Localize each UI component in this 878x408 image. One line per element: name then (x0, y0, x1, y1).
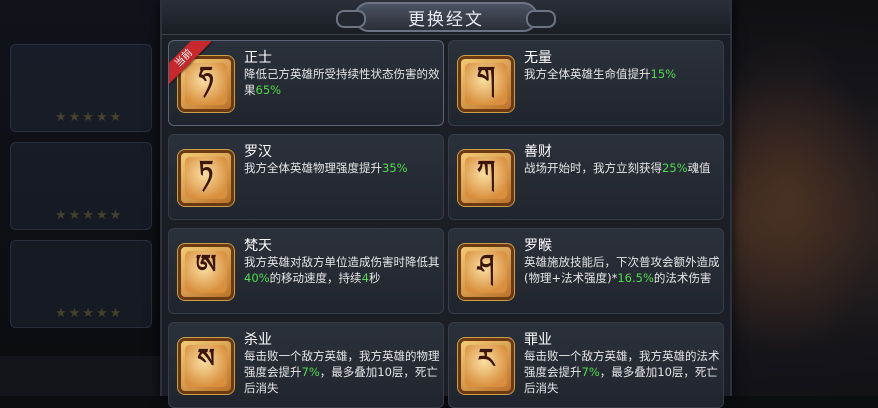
scripture-name: 罗睺 (524, 238, 552, 254)
scripture-card[interactable]: ག 无量 我方全体英雄生命值提升15% (448, 40, 724, 126)
description-text: 魂值 (687, 161, 711, 175)
highlight-value: 7% (301, 365, 320, 379)
scripture-description: 我方英雄对敌方单位造成伤害时降低其 40%的移动速度，持续4秒 (244, 254, 440, 286)
scripture-rune-icon: ར (458, 338, 514, 394)
description-text: 战场开始时，我方立刻获得 (524, 161, 662, 175)
scripture-rune-icon: ག (458, 56, 514, 112)
title-plate: 更换经文 (336, 2, 556, 32)
dimmed-bottom-bar (0, 356, 160, 396)
dialog-header: 更换经文 (162, 0, 730, 35)
dimmed-hero-portrait (728, 30, 878, 360)
scripture-description: 我方全体英雄生命值提升15% (524, 66, 720, 82)
rune-glyph: ཨ (185, 250, 227, 293)
dialog-title: 更换经文 (408, 9, 484, 30)
scripture-card[interactable]: ས 杀业 每击败一个敌方英雄，我方英雄的物理强度会提升7%，最多叠加10层，死亡后消… (168, 322, 444, 408)
highlight-value: 65% (255, 83, 282, 97)
rune-glyph: ཏ (185, 156, 227, 199)
dimmed-hero-card: ★★★★★ (10, 240, 152, 328)
scripture-card[interactable]: ར 罪业 每击败一个敌方英雄，我方英雄的法术强度会提升7%，最多叠加10层，死亡后消… (448, 322, 724, 408)
scripture-rune-icon: ཏ (178, 150, 234, 206)
highlight-value: 25% (662, 161, 688, 175)
scripture-name: 善财 (524, 144, 552, 160)
scripture-card[interactable]: ཀ 善财 战场开始时，我方立刻获得25%魂值 (448, 134, 724, 220)
left-hero-list-dimmed: ★★★★★ ★★★★★ ★★★★★ (0, 0, 160, 396)
scripture-rune-icon: ཤ (458, 244, 514, 300)
scripture-name: 无量 (524, 50, 552, 66)
highlight-value: 16.5% (617, 271, 654, 285)
rune-glyph: ག (465, 62, 507, 105)
description-text: 我方全体英雄物理强度提升 (244, 161, 382, 175)
star-rating-icon: ★★★★★ (55, 208, 124, 223)
rune-glyph: ས (185, 344, 227, 387)
highlight-value: 4 (361, 271, 369, 285)
description-text: 的移动速度，持续 (269, 271, 362, 285)
scripture-name: 罗汉 (244, 144, 272, 160)
scripture-name: 梵天 (244, 238, 272, 254)
scripture-description: 战场开始时，我方立刻获得25%魂值 (524, 160, 720, 176)
scripture-card[interactable]: ཏ 罗汉 我方全体英雄物理强度提升35% (168, 134, 444, 220)
dimmed-hero-card: ★★★★★ (10, 44, 152, 132)
scripture-description: 降低己方英雄所受持续性状态伤害的效果65% (244, 66, 440, 98)
description-text: 的法术伤害 (653, 271, 712, 285)
highlight-value: 15% (650, 67, 677, 81)
highlight-value: 7% (581, 365, 600, 379)
scripture-description: 英雄施放技能后，下次普攻会额外造成(物理+法术强度)*16.5%的法术伤害 (524, 254, 720, 286)
star-rating-icon: ★★★★★ (55, 110, 124, 125)
star-rating-icon: ★★★★★ (55, 306, 124, 321)
rune-glyph: ཀ (465, 156, 507, 199)
description-text: 秒 (368, 271, 381, 285)
scripture-description: 每击败一个敌方英雄，我方英雄的法术强度会提升7%，最多叠加10层，死亡后消失 (524, 348, 720, 396)
scripture-description: 每击败一个敌方英雄，我方英雄的物理强度会提升7%，最多叠加10层，死亡后消失 (244, 348, 440, 396)
rune-glyph: ར (465, 344, 507, 387)
highlight-value: 35% (382, 161, 408, 175)
highlight-value: 40% (244, 271, 270, 285)
scripture-description: 我方全体英雄物理强度提升35% (244, 160, 440, 176)
scripture-rune-icon: ས (178, 338, 234, 394)
scripture-rune-icon: ཀ (458, 150, 514, 206)
scripture-card[interactable]: ཧ 正士 降低己方英雄所受持续性状态伤害的效果65% 当前 (168, 40, 444, 126)
scripture-name: 正士 (244, 50, 272, 66)
rune-glyph: ཤ (465, 250, 507, 293)
rune-glyph: ཧ (185, 62, 227, 105)
description-text: 我方全体英雄生命值提升 (524, 67, 651, 81)
change-scripture-dialog: 更换经文 ཧ 正士 降低己方英雄所受持续性状态伤害的效果65% 当前 ག 无量 我方全体英雄… (160, 0, 732, 408)
scripture-card[interactable]: ཤ 罗睺 英雄施放技能后，下次普攻会额外造成(物理+法术强度)*16.5%的法术伤害 (448, 228, 724, 314)
scripture-card[interactable]: ཨ 梵天 我方英雄对敌方单位造成伤害时降低其 40%的移动速度，持续4秒 (168, 228, 444, 314)
dimmed-hero-card: ★★★★★ (10, 142, 152, 230)
scripture-name: 罪业 (524, 332, 552, 348)
scripture-name: 杀业 (244, 332, 272, 348)
scripture-rune-icon: ཨ (178, 244, 234, 300)
description-text: 我方英雄对敌方单位造成伤害时降低其 (244, 255, 440, 269)
